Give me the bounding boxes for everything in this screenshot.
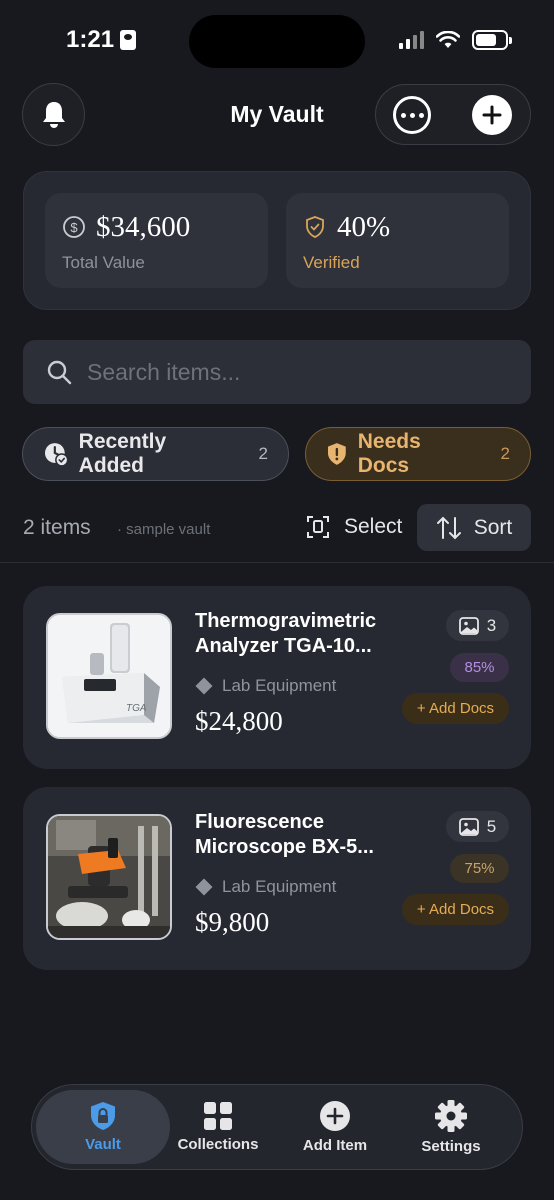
tab-label: Settings [421, 1138, 481, 1155]
verified-percent-badge: 85% [450, 653, 509, 682]
select-icon [307, 516, 329, 538]
tab-collections[interactable]: Collections [170, 1090, 266, 1164]
more-options-button[interactable] [393, 96, 431, 134]
photo-icon [458, 817, 479, 836]
sort-arrows-icon [436, 516, 461, 539]
item-price: $9,800 [195, 907, 270, 937]
item-card[interactable]: TGA Thermogravimetric Analyzer TGA-10...… [23, 586, 531, 769]
filter-label: Recently Added [78, 430, 167, 477]
tab-vault[interactable]: Vault [36, 1090, 170, 1164]
gear-icon [435, 1100, 467, 1132]
filter-count: 2 [500, 444, 510, 463]
select-button[interactable]: Select [305, 514, 402, 540]
sort-label: Sort [473, 515, 513, 539]
image-count-badge: 5 [446, 811, 509, 842]
photo-icon [458, 616, 479, 635]
select-label: Select [344, 515, 403, 538]
status-time: 1:21 [66, 26, 137, 54]
tab-label: Collections [177, 1136, 259, 1153]
search-input[interactable] [87, 358, 507, 386]
dynamic-island [189, 15, 365, 68]
filter-label: Needs Docs [357, 430, 421, 477]
item-category: Lab Equipment [195, 877, 336, 897]
item-thumbnail: TGA [46, 613, 172, 739]
total-value: $34,600 [96, 211, 191, 243]
sort-button[interactable]: Sort [417, 504, 531, 551]
plus-icon [482, 105, 502, 125]
shield-lock-icon [91, 1102, 115, 1130]
filter-count: 2 [258, 444, 268, 463]
search-bar[interactable] [23, 340, 531, 404]
cellular-signal-icon [399, 31, 424, 49]
total-value-label: Total Value [62, 253, 145, 272]
verified-value: 40% [337, 211, 391, 243]
image-count-badge: 3 [446, 610, 509, 641]
contact-card-icon [120, 30, 137, 50]
tab-add-item[interactable]: Add Item [288, 1090, 382, 1164]
item-category: Lab Equipment [195, 676, 336, 696]
filter-recently-added[interactable]: Recently Added 2 [22, 427, 289, 481]
add-docs-button[interactable]: + Add Docs [402, 894, 509, 925]
items-count: 2 items [23, 516, 91, 539]
search-icon [47, 360, 72, 385]
verified-stat: 40% Verified [286, 193, 509, 288]
item-price: $24,800 [195, 706, 283, 736]
status-indicators [399, 30, 512, 50]
wifi-icon [436, 31, 460, 48]
tab-label: Vault [85, 1136, 121, 1153]
verified-label: Verified [303, 253, 360, 272]
category-diamond-icon [195, 677, 213, 695]
item-name: Fluorescence Microscope BX-5... [195, 811, 374, 858]
clock-check-icon [44, 443, 69, 467]
category-diamond-icon [195, 878, 213, 896]
item-name: Thermogravimetric Analyzer TGA-10... [195, 610, 377, 657]
add-docs-button[interactable]: + Add Docs [402, 693, 509, 724]
battery-icon [472, 30, 512, 50]
tga-analyzer-image: TGA [48, 615, 170, 737]
plus-circle-icon [320, 1101, 350, 1131]
svg-text:$: $ [70, 220, 78, 235]
item-thumbnail [46, 814, 172, 940]
divider [0, 562, 554, 563]
verified-percent-badge: 75% [450, 854, 509, 883]
total-value-stat: $ $34,600 Total Value [45, 193, 268, 288]
shield-alert-icon [327, 443, 346, 465]
add-button[interactable] [472, 95, 512, 135]
grid-icon [204, 1102, 232, 1130]
svg-text:TGA: TGA [126, 703, 147, 714]
microscope-image [48, 816, 170, 938]
tab-settings[interactable]: Settings [406, 1090, 496, 1164]
shield-check-icon [306, 216, 324, 238]
item-card[interactable]: Fluorescence Microscope BX-5... Lab Equi… [23, 787, 531, 970]
vault-note: · sample vault [117, 521, 211, 538]
tab-label: Add Item [302, 1137, 368, 1154]
dollar-circle-icon: $ [63, 216, 85, 238]
filter-needs-docs[interactable]: Needs Docs 2 [305, 427, 531, 481]
